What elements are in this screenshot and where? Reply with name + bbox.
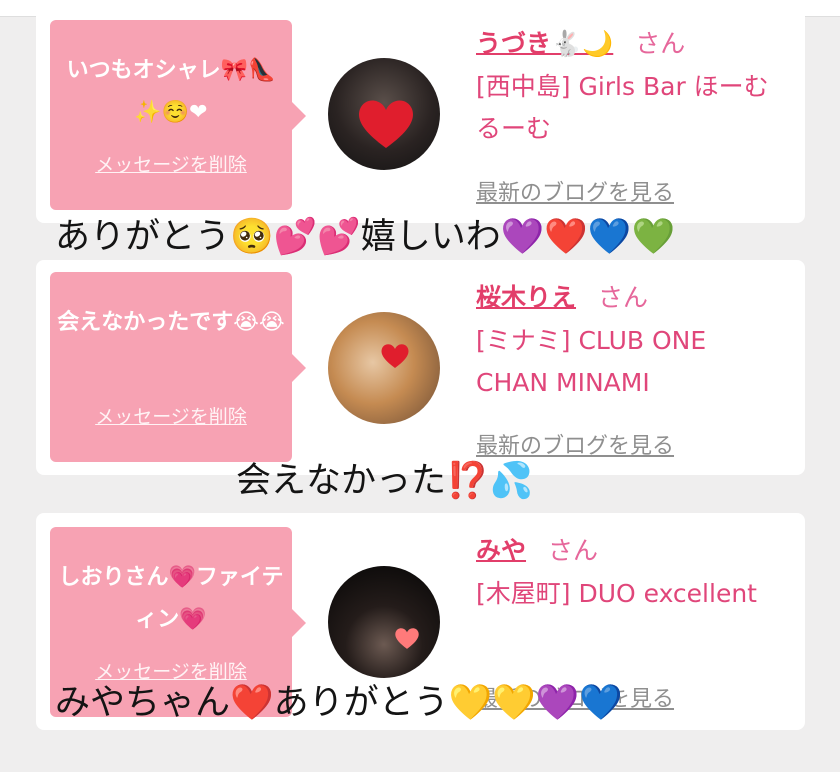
bubble-message: 会えなかったです😭😭 [57,310,285,335]
avatar[interactable] [328,566,440,678]
honorific: さん [548,536,599,565]
cast-name-link[interactable]: みや [476,536,526,565]
avatar[interactable] [328,312,440,424]
heart-sticker-icon [359,100,413,148]
heart-sticker-icon [381,344,409,368]
shop-name[interactable]: [木屋町] DUO excellent [476,573,786,615]
cast-name: みや さん [476,531,598,567]
honorific: さん [598,283,649,312]
overlay-caption: 会えなかった⁉️💦 [236,461,534,501]
cast-name-link[interactable]: 桜木りえ [476,283,576,312]
message-card: いつもオシャレ🎀👠✨☺️❤ メッセージを削除 うづき🐇🌙 さん [西中島] Gir… [36,0,805,223]
shop-name[interactable]: [西中島] Girls Bar ほーむるーむ [476,66,786,150]
message-bubble: いつもオシャレ🎀👠✨☺️❤ メッセージを削除 [50,20,306,210]
heart-sticker-icon [395,628,419,649]
overlay-caption: みやちゃん❤️ありがとう💛💛💜💙 [55,683,623,723]
cast-name: 桜木りえ さん [476,278,648,314]
avatar[interactable] [328,58,440,170]
bubble-message: いつもオシャレ🎀👠✨☺️❤ [66,58,276,125]
cast-name-link[interactable]: うづき🐇🌙 [476,29,613,58]
honorific: さん [635,29,686,58]
delete-message-link[interactable]: メッセージを削除 [50,150,292,177]
delete-message-link[interactable]: メッセージを削除 [50,402,292,429]
message-bubble: 会えなかったです😭😭 メッセージを削除 [50,272,306,462]
overlay-caption: ありがとう🥺💕💕嬉しいわ💜❤️💙💚 [55,217,676,257]
shop-name[interactable]: [ミナミ] CLUB ONE CHAN MINAMI [476,320,786,404]
message-card: 会えなかったです😭😭 メッセージを削除 桜木りえ さん [ミナミ] CLUB ON… [36,260,805,475]
bubble-message: しおりさん💗ファイティン💗 [58,565,284,632]
blog-link[interactable]: 最新のブログを見る [476,175,674,207]
cast-name: うづき🐇🌙 さん [476,24,685,60]
